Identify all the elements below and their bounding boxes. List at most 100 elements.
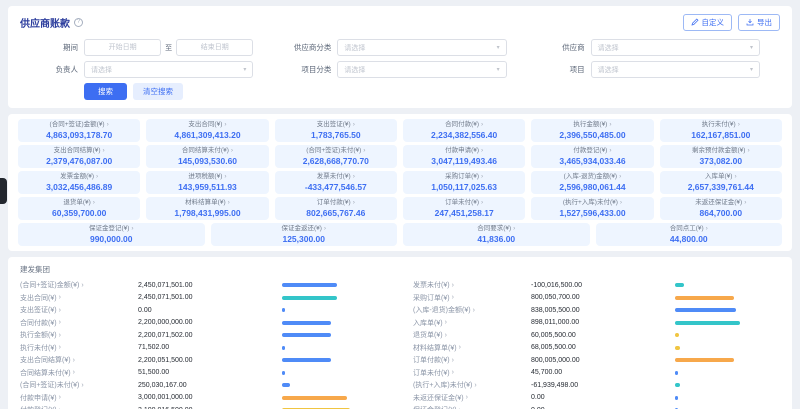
summary-card[interactable]: 未返还保证金(¥)›864,700.00 [660, 197, 782, 220]
metric-value: 2,200,000,000.00 [138, 319, 193, 326]
summary-card[interactable]: 剩余预付款金额(¥)›373,082.00 [660, 145, 782, 168]
search-button[interactable]: 搜索 [84, 83, 127, 100]
metric-label[interactable]: (合同+签证)金额(¥)› [20, 280, 138, 290]
export-button[interactable]: 导出 [738, 14, 780, 31]
customize-label: 自定义 [702, 17, 725, 28]
metric-value: 250,030,167.00 [138, 382, 187, 389]
summary-card[interactable]: 合同点工(¥)›44,800.00 [596, 223, 783, 246]
metric-label[interactable]: 发票未付(¥)› [413, 280, 531, 290]
summary-card-label: 剩余预付款金额(¥)› [664, 147, 778, 155]
summary-card-value: 3,465,934,033.46 [535, 156, 649, 166]
summary-card[interactable]: 保证金返还(¥)›125,300.00 [211, 223, 398, 246]
summary-card[interactable]: 订单未付(¥)›247,451,258.17 [403, 197, 525, 220]
metric-label[interactable]: 订单付款(¥)› [413, 355, 531, 365]
metric-label[interactable]: 执行未付(¥)› [20, 343, 138, 353]
summary-card[interactable]: 发票未付(¥)›-433,477,546.57 [275, 171, 397, 194]
chevron-right-icon: › [73, 369, 75, 376]
summary-card-value: 3,032,456,486.89 [22, 182, 136, 192]
page-title: 供应商账款 [20, 15, 70, 30]
summary-card[interactable]: 保证金登记(¥)›990,000.00 [18, 223, 205, 246]
chevron-right-icon: › [131, 225, 133, 232]
owner-select[interactable]: 请选择 ▾ [84, 61, 253, 78]
filter-label-supplier: 供应商 [527, 42, 585, 53]
summary-card[interactable]: 入库单(¥)›2,657,339,761.44 [660, 171, 782, 194]
supplier-category-select[interactable]: 请选择 ▾ [337, 39, 506, 56]
summary-card-value: 143,959,511.93 [150, 182, 264, 192]
summary-card-label: 合同结算未付(¥)› [150, 147, 264, 155]
metric-bar [282, 346, 285, 350]
chevron-right-icon: › [474, 382, 476, 389]
summary-card[interactable]: 发票金额(¥)›3,032,456,486.89 [18, 171, 140, 194]
metric-value: -61,939,498.00 [531, 382, 578, 389]
supplier-select[interactable]: 请选择 ▾ [591, 39, 760, 56]
summary-row: 保证金登记(¥)›990,000.00保证金返还(¥)›125,300.00合同… [18, 223, 782, 246]
summary-card[interactable]: (入库-退货)金额(¥)›2,596,980,061.44 [531, 171, 653, 194]
metric-label[interactable]: 订单未付(¥)› [413, 368, 531, 378]
metric-label[interactable]: 材料结算单(¥)› [413, 343, 531, 353]
range-separator: 至 [165, 43, 172, 53]
clear-search-button[interactable]: 清空搜索 [133, 83, 183, 100]
summary-card[interactable]: 执行金额(¥)›2,396,550,485.00 [531, 119, 653, 142]
start-date-input[interactable] [84, 39, 161, 56]
summary-card[interactable]: 退货单(¥)›60,359,700.00 [18, 197, 140, 220]
chevron-right-icon: › [59, 294, 61, 301]
metric-label[interactable]: 未返还保证金(¥)› [413, 393, 531, 403]
group-name[interactable]: 建发集团 [20, 264, 780, 275]
summary-card[interactable]: 材料结算单(¥)›1,798,431,995.00 [146, 197, 268, 220]
summary-card[interactable]: 付款登记(¥)›3,465,934,033.46 [531, 145, 653, 168]
summary-card[interactable]: (合同+签证)未付(¥)›2,628,668,770.70 [275, 145, 397, 168]
metric-label[interactable]: 保证金登记(¥)› [413, 405, 531, 409]
chevron-right-icon: › [363, 147, 365, 154]
metric-label[interactable]: 付款登记(¥)› [20, 405, 138, 409]
summary-card[interactable]: 支出签证(¥)›1,783,765.50 [275, 119, 397, 142]
metric-label[interactable]: 支出签证(¥)› [20, 305, 138, 315]
summary-card[interactable]: 合同要求(¥)›41,836.00 [403, 223, 590, 246]
metric-label[interactable]: 采购订单(¥)› [413, 293, 531, 303]
metric-label[interactable]: 付款申请(¥)› [20, 393, 138, 403]
metric-label[interactable]: 支出合同(¥)› [20, 293, 138, 303]
summary-card-value: -433,477,546.57 [279, 182, 393, 192]
summary-card[interactable]: 支出合同结算(¥)›2,379,476,087.00 [18, 145, 140, 168]
summary-card[interactable]: 合同结算未付(¥)›145,093,530.60 [146, 145, 268, 168]
filter-owner: 负责人 请选择 ▾ [20, 61, 273, 78]
metric-label[interactable]: 合同付款(¥)› [20, 318, 138, 328]
metric-label[interactable]: 执行金额(¥)› [20, 330, 138, 340]
summary-card-value: 2,628,668,770.70 [279, 156, 393, 166]
help-icon[interactable]: ? [74, 18, 83, 27]
summary-card[interactable]: 支出合同(¥)›4,861,309,413.20 [146, 119, 268, 142]
summary-card[interactable]: 付款申请(¥)›3,047,119,493.46 [403, 145, 525, 168]
metric-value: 2,200,051,500.00 [138, 357, 193, 364]
metric-row: (入库-退货)金额(¥)›838,005,500.00 [413, 304, 780, 317]
metric-label[interactable]: (执行+入库)未付(¥)› [413, 380, 531, 390]
summary-card-label: 合同付款(¥)› [407, 121, 521, 129]
chevron-right-icon: › [59, 332, 61, 339]
summary-card-label: 未返还保证金(¥)› [664, 199, 778, 207]
summary-card[interactable]: 进项税额(¥)›143,959,511.93 [146, 171, 268, 194]
summary-card-value: 145,093,530.60 [150, 156, 264, 166]
project-category-select[interactable]: 请选择 ▾ [337, 61, 506, 78]
summary-card[interactable]: 合同付款(¥)›2,234,382,556.40 [403, 119, 525, 142]
summary-card[interactable]: 采购订单(¥)›1,050,117,025.63 [403, 171, 525, 194]
summary-card[interactable]: (执行+入库)未付(¥)›1,527,596,433.00 [531, 197, 653, 220]
summary-card[interactable]: 执行未付(¥)›162,167,851.00 [660, 119, 782, 142]
metric-label[interactable]: (合同+签证)未付(¥)› [20, 380, 138, 390]
sidebar-collapse-handle[interactable] [0, 178, 7, 204]
chevron-right-icon: › [224, 121, 226, 128]
chevron-right-icon: › [103, 147, 105, 154]
summary-card-label: 合同点工(¥)› [600, 225, 779, 233]
metric-row: 入库单(¥)›898,011,000.00 [413, 317, 780, 330]
summary-card[interactable]: (合同+签证)金额(¥)›4,863,093,178.70 [18, 119, 140, 142]
metric-label[interactable]: 支出合同结算(¥)› [20, 355, 138, 365]
summary-card[interactable]: 订单付款(¥)›802,665,767.46 [275, 197, 397, 220]
project-select[interactable]: 请选择 ▾ [591, 61, 760, 78]
end-date-input[interactable] [176, 39, 253, 56]
customize-button[interactable]: 自定义 [683, 14, 733, 31]
select-placeholder: 请选择 [344, 65, 365, 75]
metric-row: 合同结算未付(¥)›51,500.00 [20, 367, 387, 380]
metric-bar-zone [282, 371, 387, 375]
metric-label[interactable]: 入库单(¥)› [413, 318, 531, 328]
metric-label[interactable]: (入库-退货)金额(¥)› [413, 305, 531, 315]
date-range: 至 [84, 39, 253, 56]
metric-label[interactable]: 合同结算未付(¥)› [20, 368, 138, 378]
metric-label[interactable]: 退货单(¥)› [413, 330, 531, 340]
